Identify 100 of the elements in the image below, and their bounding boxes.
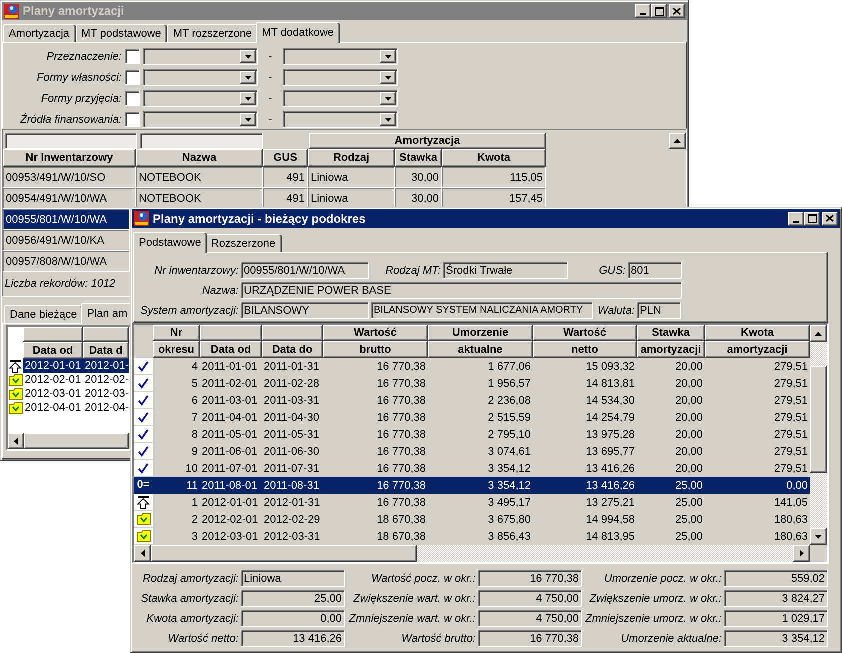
field-label: Formy przyjęcia: <box>41 92 122 104</box>
table-cell-text: 16 770,38 <box>376 444 427 460</box>
table-cell-text: 2012-02- <box>84 373 129 387</box>
table-row[interactable]: 2 2012-02-01 2012-02-29 18 670,38 3 675,80 14 994,58 25,00 180,63 <box>134 511 810 528</box>
scroll-up-button[interactable] <box>669 133 686 149</box>
table-cell-text: 25,00 <box>674 478 704 494</box>
minimize-button[interactable] <box>635 4 651 18</box>
check-icon <box>138 394 149 406</box>
table-cell-text: 2 <box>190 512 199 528</box>
close-button[interactable] <box>822 212 838 226</box>
dropdown[interactable] <box>143 48 258 65</box>
dropdown[interactable] <box>143 90 258 107</box>
checkbox[interactable] <box>125 49 140 64</box>
tab[interactable]: Rozszerzone <box>205 234 282 252</box>
table-cell-text: 2011-02-01 <box>201 376 258 392</box>
readonly-field: Liniowa <box>241 570 345 587</box>
tab[interactable]: Podstawowe <box>133 232 208 253</box>
table-cell-text: 7 <box>190 410 199 426</box>
dropdown-button[interactable] <box>240 92 256 105</box>
caret-down-icon <box>244 54 252 58</box>
table-cell-text: 20,00 <box>674 444 704 460</box>
scroll-thumb[interactable] <box>24 433 129 449</box>
table-cell: 491 <box>263 167 308 188</box>
table-row[interactable]: 00955/801/W/10/WA <box>3 209 130 230</box>
table-cell-text: 20,00 <box>674 410 704 426</box>
column-header: netto <box>533 341 637 358</box>
dropdown-button[interactable] <box>240 113 256 126</box>
table-cell-text: 13 975,28 <box>585 428 636 442</box>
checkbox[interactable] <box>125 91 140 106</box>
caret-up-icon <box>815 332 822 336</box>
minimize-button[interactable] <box>788 212 804 226</box>
table-cell-text: 14 813,81 <box>585 376 636 392</box>
column-header: GUS <box>263 149 308 167</box>
dropdown[interactable] <box>283 69 398 86</box>
maximize-icon <box>654 6 664 16</box>
table-cell-text: 2011-06-01 <box>201 444 258 460</box>
table-row[interactable]: 00956/491/W/10/KA <box>3 230 130 251</box>
table-row[interactable]: 2012-01-01 2012-01- <box>23 359 129 373</box>
dropdown[interactable] <box>283 90 398 107</box>
caret-up-icon <box>674 139 681 143</box>
table-cell-text: 0,00 <box>786 478 809 494</box>
checkbox[interactable] <box>125 112 140 127</box>
tab[interactable]: MT rozszerzone <box>167 24 258 42</box>
table-row[interactable]: 00953/491/W/10/SO NOTEBOOK 491 Liniowa 30,00 115,05 <box>3 167 546 188</box>
dropdown-button[interactable] <box>380 92 396 105</box>
maximize-icon <box>808 214 816 223</box>
field-label: Umorzenie aktualne: <box>621 632 723 644</box>
readonly-field: 13 416,26 <box>241 630 345 647</box>
range-separator: - <box>268 92 272 104</box>
dropdown-button[interactable] <box>380 50 396 63</box>
table-cell-text: 2012-01-01 <box>201 496 260 510</box>
checkbox[interactable] <box>125 70 140 85</box>
table-row[interactable]: 00954/491/W/10/WA NOTEBOOK 491 Liniowa 30,00 157,45 <box>3 188 546 209</box>
filter-field[interactable] <box>140 133 263 149</box>
table-cell-text: 2011-07-31 <box>263 462 320 476</box>
table-row[interactable]: 4 2011-01-01 2011-01-31 16 770,38 1 677,06 15 093,32 20,00 279,51 <box>134 358 810 375</box>
scroll-thumb[interactable] <box>810 366 827 473</box>
dropdown[interactable] <box>283 111 398 128</box>
dropdown[interactable] <box>143 111 258 128</box>
table-cell-text: 2012-01-31 <box>263 496 322 510</box>
table-cell-text: 3 354,12 <box>487 478 532 494</box>
table-row[interactable]: 5 2011-02-01 2011-02-28 16 770,38 1 956,57 14 813,81 20,00 279,51 <box>134 375 810 392</box>
table-row[interactable]: 7 2011-04-01 2011-04-30 16 770,38 2 515,59 14 254,79 20,00 279,51 <box>134 409 810 426</box>
table-row[interactable]: 0= 11 2011-08-01 2011-08-31 16 770,38 3 354,12 13 416,26 25,00 0,00 <box>134 477 810 494</box>
column-header: brutto <box>323 341 428 358</box>
table-row[interactable]: 9 2011-06-01 2011-06-30 16 770,38 3 074,61 13 695,77 20,00 279,51 <box>134 443 810 460</box>
maximize-button[interactable] <box>651 4 667 18</box>
scroll-left-button[interactable] <box>8 433 24 449</box>
table-row[interactable]: 6 2011-03-01 2011-03-31 16 770,38 2 236,08 14 534,30 20,00 279,51 <box>134 392 810 409</box>
scroll-thumb[interactable] <box>151 545 417 562</box>
table-row[interactable]: 10 2011-07-01 2011-07-31 16 770,38 3 354,12 13 416,26 20,00 279,51 <box>134 460 810 477</box>
maximize-button[interactable] <box>804 212 820 226</box>
dropdown-button[interactable] <box>240 50 256 63</box>
dropdown[interactable] <box>143 69 258 86</box>
tab[interactable]: MT podstawowe <box>76 24 168 42</box>
folder-icon <box>136 530 150 542</box>
scroll-right-button[interactable] <box>793 545 810 562</box>
table-cell-text: 13 275,21 <box>585 496 636 510</box>
dropdown-button[interactable] <box>380 71 396 84</box>
table-cell-text: 14 813,95 <box>585 530 636 544</box>
dropdown-button[interactable] <box>380 113 396 126</box>
table-row[interactable]: 3 2012-03-01 2012-03-31 18 670,38 3 856,43 14 813,95 25,00 180,63 <box>134 528 810 545</box>
table-row[interactable]: 1 2012-01-01 2012-01-31 16 770,38 3 495,17 13 275,21 25,00 141,05 <box>134 494 810 511</box>
close-button[interactable] <box>669 4 685 18</box>
scroll-left-button[interactable] <box>134 545 151 562</box>
tab[interactable]: Amortyzacja <box>3 24 76 42</box>
caret-left-icon <box>14 438 18 444</box>
readonly-field: BILANSOWY <box>241 302 369 319</box>
tab[interactable]: MT dodatkowe <box>256 22 340 43</box>
tab[interactable]: Dane bieżące <box>4 305 84 323</box>
dropdown-button[interactable] <box>240 71 256 84</box>
window-title: Plany amortyzacji - bieżący podokres <box>153 212 366 226</box>
dropdown[interactable] <box>283 48 398 65</box>
scroll-down-button[interactable] <box>810 528 827 545</box>
filter-field[interactable] <box>5 133 137 149</box>
scroll-up-button[interactable] <box>810 325 827 342</box>
table-row[interactable]: 00957/808/W/10/WA <box>3 251 130 272</box>
table-row[interactable]: 8 2011-05-01 2011-05-31 16 770,38 2 795,10 13 975,28 20,00 279,51 <box>134 426 810 443</box>
table-cell-text: 11 <box>186 478 199 494</box>
table-cell-text: 2012-01-01 <box>24 359 82 373</box>
